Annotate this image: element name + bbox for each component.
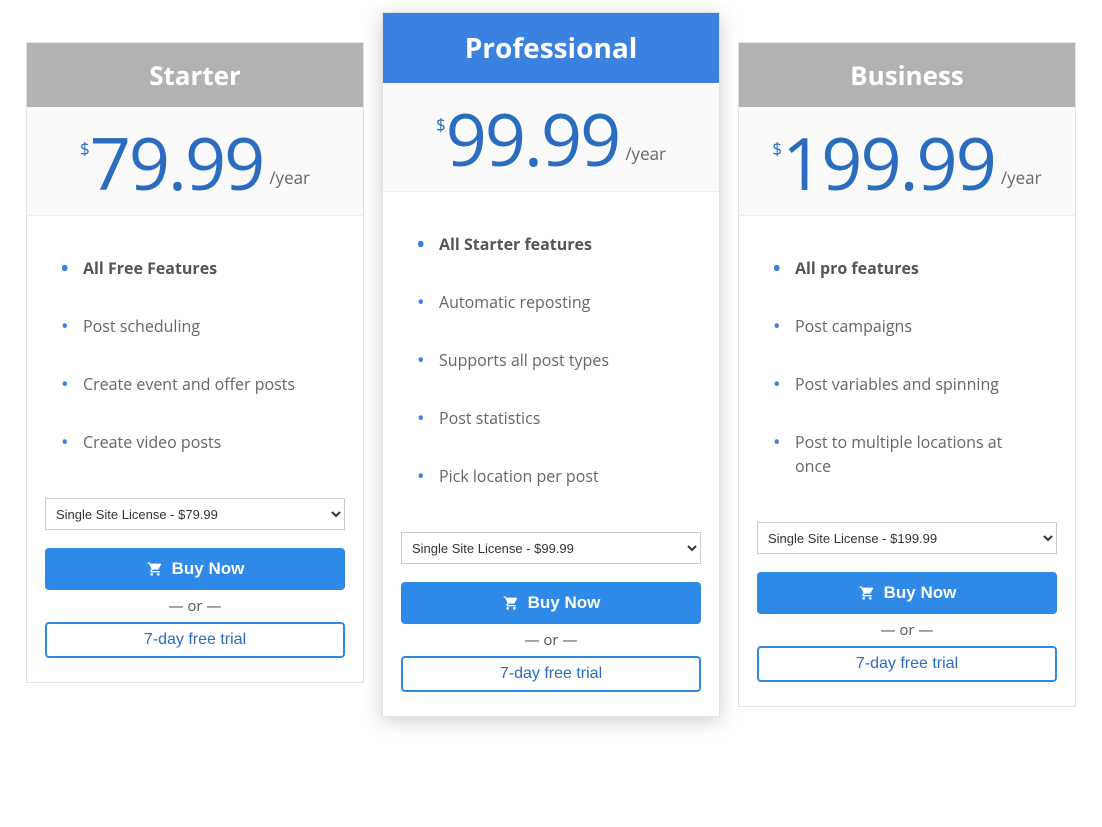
buy-button[interactable]: Buy Now [401, 582, 701, 624]
feature-item: Supports all post types [417, 348, 685, 372]
or-separator: — or — [757, 620, 1057, 640]
trial-button[interactable]: 7-day free trial [401, 656, 701, 692]
or-separator: — or — [45, 596, 345, 616]
price-amount: 199.99 [782, 127, 995, 199]
pricing-table: Starter $ 79.99 /year All Free Features … [0, 0, 1102, 717]
license-select[interactable]: Single Site License - $199.99 [757, 522, 1057, 554]
trial-button[interactable]: 7-day free trial [45, 622, 345, 658]
plan-header: Starter [27, 43, 363, 107]
buy-button[interactable]: Buy Now [757, 572, 1057, 614]
plan-header: Professional [383, 13, 719, 83]
buy-label: Buy Now [884, 583, 957, 603]
currency: $ [80, 137, 90, 160]
license-select[interactable]: Single Site License - $79.99 [45, 498, 345, 530]
cart-icon [858, 585, 876, 601]
feature-list: All Starter features Automatic reposting… [383, 192, 719, 532]
price-area: $ 99.99 /year [383, 83, 719, 192]
plan-card-business: Business $ 199.99 /year All pro features… [738, 42, 1076, 707]
price-amount: 99.99 [446, 103, 620, 175]
price-period: /year [1001, 166, 1042, 189]
buy-label: Buy Now [172, 559, 245, 579]
price-area: $ 79.99 /year [27, 107, 363, 216]
price-amount: 79.99 [90, 127, 264, 199]
feature-list: All pro features Post campaigns Post var… [739, 216, 1075, 522]
plan-header: Business [739, 43, 1075, 107]
feature-item: Pick location per post [417, 464, 685, 488]
price-period: /year [625, 142, 666, 165]
feature-item: All Starter features [417, 232, 685, 256]
feature-item: All Free Features [61, 256, 329, 280]
currency: $ [772, 137, 782, 160]
buy-label: Buy Now [528, 593, 601, 613]
cart-icon [502, 595, 520, 611]
buy-button[interactable]: Buy Now [45, 548, 345, 590]
feature-item: Post to multiple locations at once [773, 430, 1041, 478]
feature-item: All pro features [773, 256, 1041, 280]
license-select[interactable]: Single Site License - $99.99 [401, 532, 701, 564]
price-period: /year [269, 166, 310, 189]
feature-item: Post variables and spinning [773, 372, 1041, 396]
plan-card-starter: Starter $ 79.99 /year All Free Features … [26, 42, 364, 683]
cart-icon [146, 561, 164, 577]
feature-item: Create video posts [61, 430, 329, 454]
trial-button[interactable]: 7-day free trial [757, 646, 1057, 682]
feature-item: Post statistics [417, 406, 685, 430]
or-separator: — or — [401, 630, 701, 650]
price-area: $ 199.99 /year [739, 107, 1075, 216]
feature-item: Post campaigns [773, 314, 1041, 338]
plan-card-professional: Professional $ 99.99 /year All Starter f… [382, 12, 720, 717]
feature-list: All Free Features Post scheduling Create… [27, 216, 363, 498]
feature-item: Create event and offer posts [61, 372, 329, 396]
feature-item: Post scheduling [61, 314, 329, 338]
currency: $ [436, 113, 446, 136]
feature-item: Automatic reposting [417, 290, 685, 314]
